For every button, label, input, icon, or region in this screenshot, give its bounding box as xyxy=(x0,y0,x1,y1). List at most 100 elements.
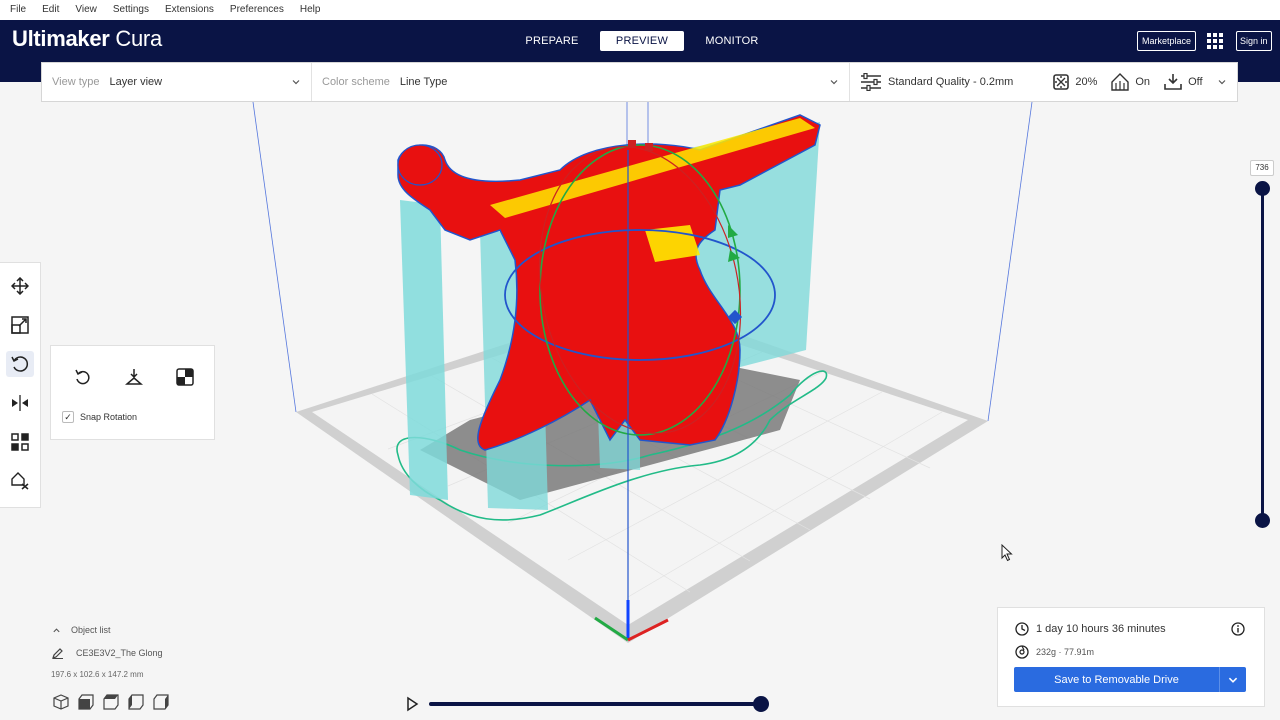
print-time: 1 day 10 hours 36 minutes xyxy=(1036,623,1166,635)
sliders-icon xyxy=(861,73,881,91)
apps-grid-icon[interactable] xyxy=(1206,32,1224,50)
support-icon xyxy=(1111,73,1130,91)
marketplace-button[interactable]: Marketplace xyxy=(1137,31,1197,51)
rotate-icon xyxy=(11,356,29,372)
per-model-settings-icon xyxy=(11,433,29,451)
mirror-tool-button[interactable] xyxy=(6,390,34,416)
print-time-row: 1 day 10 hours 36 minutes xyxy=(1015,622,1166,636)
material-usage: 232g · 77.91m xyxy=(1036,647,1095,657)
mouse-cursor-icon xyxy=(1001,544,1013,562)
profile-value: Standard Quality - 0.2mm xyxy=(888,76,1014,88)
scale-icon xyxy=(11,316,29,334)
simulation-slider-handle[interactable] xyxy=(753,696,769,712)
material-usage-row: 232g · 77.91m xyxy=(1015,645,1094,659)
tab-monitor[interactable]: MONITOR xyxy=(690,31,774,51)
pencil-icon xyxy=(52,648,63,659)
menu-view[interactable]: View xyxy=(67,0,105,20)
view-options-bar: View type Layer view Color scheme Line T… xyxy=(41,62,1238,102)
rotate-tool-button[interactable] xyxy=(6,351,34,377)
support-value: On xyxy=(1135,76,1151,88)
app-logo: Ultimaker Cura xyxy=(12,26,162,52)
view-type-label: View type xyxy=(52,76,100,88)
color-scheme-value: Line Type xyxy=(399,76,448,88)
sign-in-button[interactable]: Sign in xyxy=(1236,31,1272,51)
chevron-down-icon xyxy=(1218,80,1226,85)
move-tool-button[interactable] xyxy=(6,273,34,299)
tab-preview[interactable]: PREVIEW xyxy=(600,31,684,51)
info-icon[interactable] xyxy=(1231,622,1245,636)
color-scheme-label: Color scheme xyxy=(322,76,390,88)
left-view-icon[interactable] xyxy=(127,693,145,711)
menu-extensions[interactable]: Extensions xyxy=(157,0,222,20)
support-blocker-button[interactable] xyxy=(6,468,34,494)
object-name: CE3E3V2_The Glong xyxy=(76,648,163,658)
3d-view-icon[interactable] xyxy=(52,693,70,711)
profile-setting: Standard Quality - 0.2mm xyxy=(860,73,1013,91)
layer-slider-bottom-handle[interactable] xyxy=(1255,513,1270,528)
lay-flat-button[interactable] xyxy=(123,366,145,388)
logo-brand: Ultimaker xyxy=(12,26,110,51)
chevron-down-icon xyxy=(292,80,300,85)
simulation-bar xyxy=(400,692,780,716)
menu-help[interactable]: Help xyxy=(292,0,329,20)
save-options-dropdown[interactable] xyxy=(1219,667,1246,692)
play-icon[interactable] xyxy=(404,696,420,712)
snap-rotation-checkbox[interactable]: ✓ xyxy=(62,411,74,423)
logo-product: Cura xyxy=(115,26,162,51)
object-list-panel: Object list CE3E3V2_The Glong 197.6 x 10… xyxy=(50,620,270,715)
adhesion-value: Off xyxy=(1188,76,1203,88)
support-blocker-icon xyxy=(11,472,29,490)
menu-preferences[interactable]: Preferences xyxy=(222,0,292,20)
menu-file[interactable]: File xyxy=(0,0,34,20)
object-name-row[interactable]: CE3E3V2_The Glong xyxy=(52,647,163,659)
infill-setting: 20% xyxy=(1053,74,1097,90)
select-face-button[interactable] xyxy=(174,366,196,388)
object-list-toggle[interactable]: Object list xyxy=(52,625,111,635)
layer-slider[interactable]: 736 xyxy=(1250,160,1276,530)
reset-rotation-button[interactable] xyxy=(72,366,94,388)
simulation-slider-track[interactable] xyxy=(429,702,764,706)
front-view-icon[interactable] xyxy=(77,693,95,711)
support-setting: On xyxy=(1111,73,1150,91)
save-to-removable-drive-button[interactable]: Save to Removable Drive xyxy=(1014,667,1246,692)
snap-rotation-label: Snap Rotation xyxy=(80,412,138,422)
layer-slider-top-handle[interactable] xyxy=(1255,181,1270,196)
view-type-value: Layer view xyxy=(109,76,163,88)
spool-icon xyxy=(1015,645,1029,659)
select-face-icon xyxy=(176,368,194,386)
menu-bar: File Edit View Settings Extensions Prefe… xyxy=(0,0,1280,20)
menu-edit[interactable]: Edit xyxy=(34,0,67,20)
clock-icon xyxy=(1015,622,1029,636)
top-view-icon[interactable] xyxy=(102,693,120,711)
chevron-down-icon xyxy=(1228,677,1238,683)
adhesion-setting: Off xyxy=(1164,73,1203,91)
object-dimensions: 197.6 x 102.6 x 147.2 mm xyxy=(51,670,144,679)
tab-prepare[interactable]: PREPARE xyxy=(510,31,594,51)
color-scheme-dropdown[interactable]: Color scheme Line Type xyxy=(312,63,850,101)
mirror-icon xyxy=(12,395,28,411)
print-output-panel: 1 day 10 hours 36 minutes 232g · 77.91m … xyxy=(997,607,1265,707)
view-type-dropdown[interactable]: View type Layer view xyxy=(42,63,312,101)
per-model-settings-button[interactable] xyxy=(6,429,34,455)
menu-settings[interactable]: Settings xyxy=(105,0,157,20)
save-button-label: Save to Removable Drive xyxy=(1054,673,1179,686)
cura-window: File Edit View Settings Extensions Prefe… xyxy=(0,0,1280,720)
lay-flat-icon xyxy=(125,369,143,385)
infill-value: 20% xyxy=(1075,76,1098,88)
tool-panel xyxy=(0,262,41,508)
chevron-down-icon xyxy=(830,80,838,85)
rotate-tool-panel: ✓ Snap Rotation xyxy=(50,345,215,440)
layer-slider-track[interactable] xyxy=(1261,188,1264,520)
move-icon xyxy=(11,277,29,295)
reset-icon xyxy=(75,369,90,385)
snap-rotation-option[interactable]: ✓ Snap Rotation xyxy=(62,411,137,423)
chevron-up-icon xyxy=(53,627,60,632)
infill-icon xyxy=(1053,74,1070,90)
camera-view-buttons xyxy=(52,693,177,711)
print-settings-selector[interactable]: Standard Quality - 0.2mm 20% On Off xyxy=(850,63,1237,101)
stage-tabs: PREPARE PREVIEW MONITOR xyxy=(510,31,780,51)
adhesion-icon xyxy=(1164,74,1182,90)
right-view-icon[interactable] xyxy=(152,693,170,711)
layer-number-input[interactable]: 736 xyxy=(1250,160,1274,176)
scale-tool-button[interactable] xyxy=(6,312,34,338)
